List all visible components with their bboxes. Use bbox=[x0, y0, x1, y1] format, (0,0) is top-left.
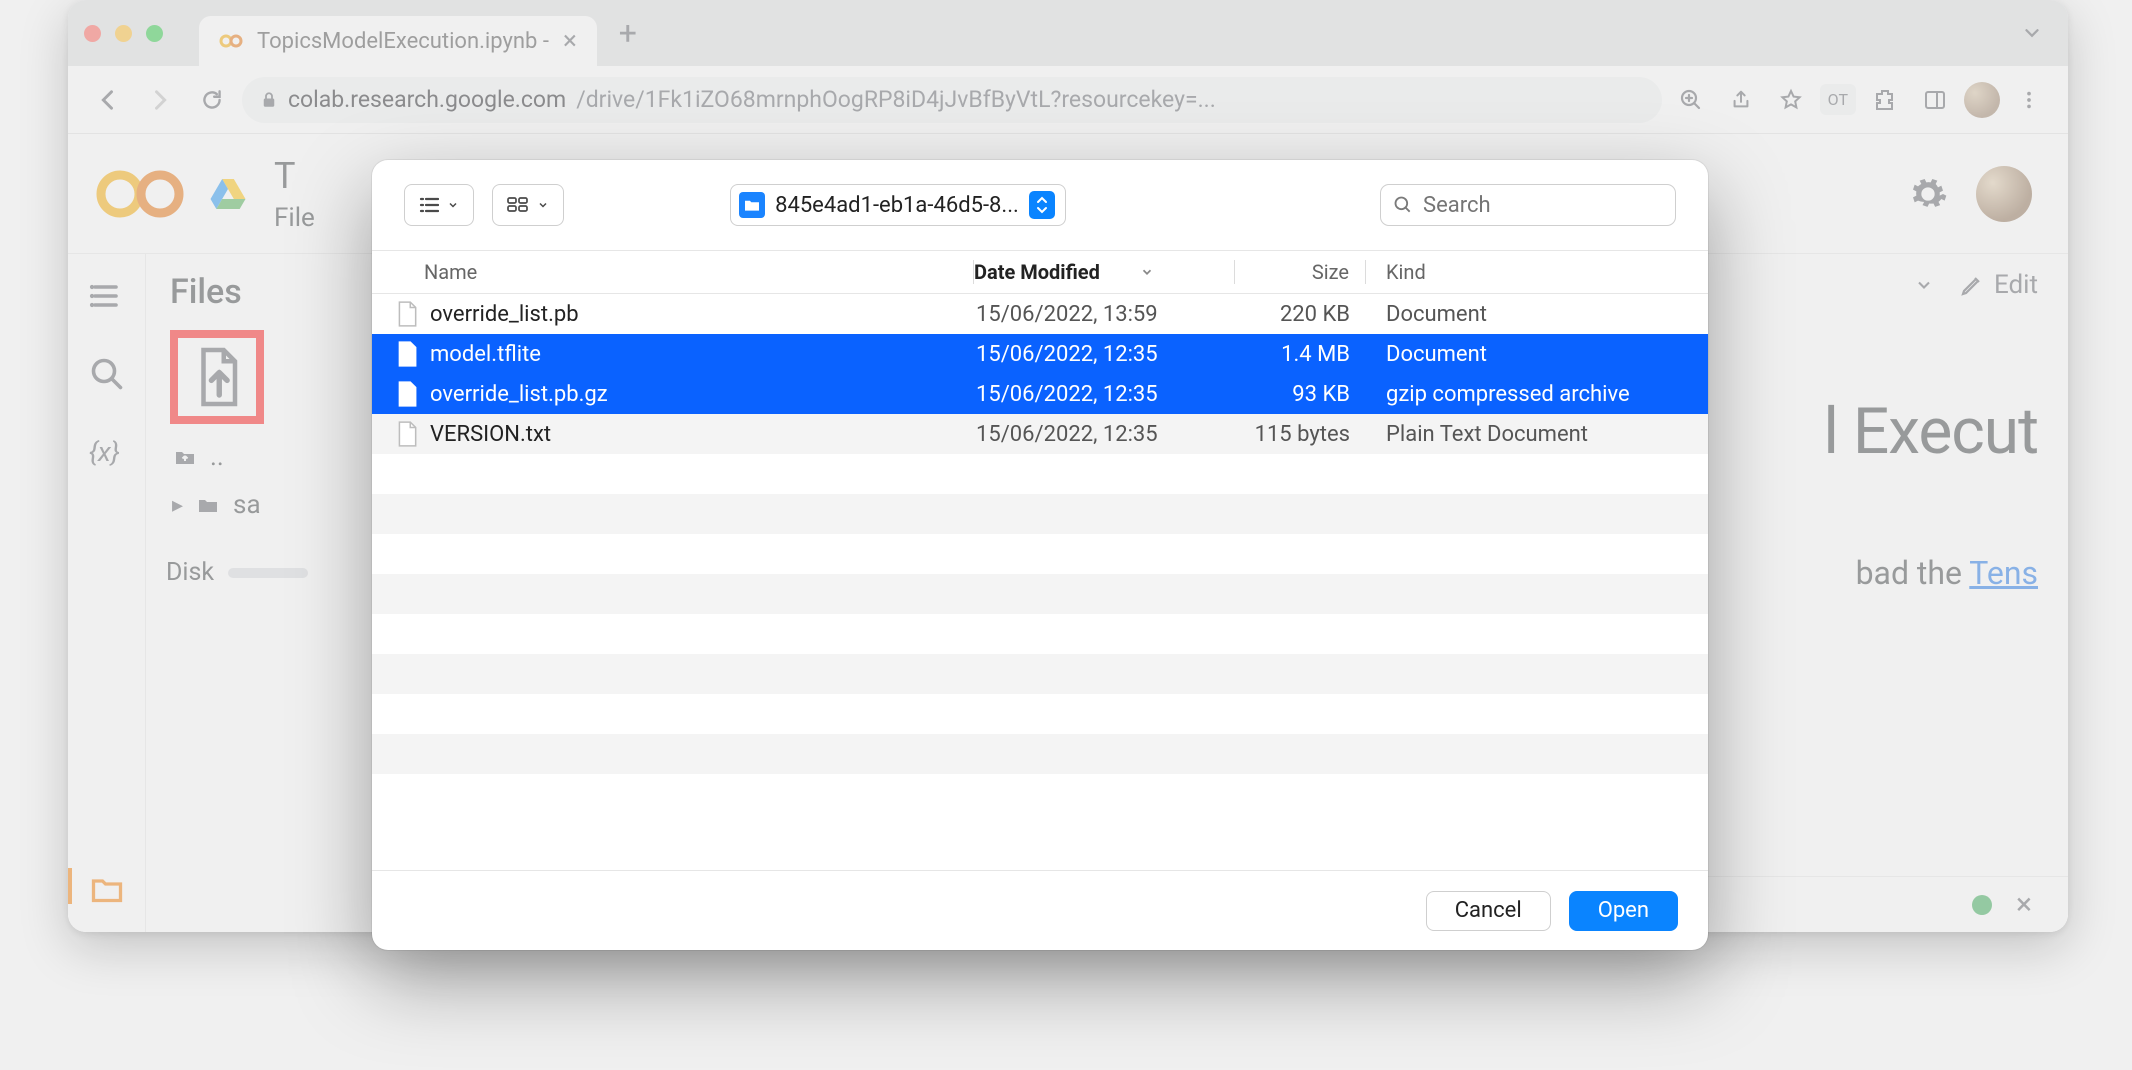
chevron-down-icon bbox=[447, 199, 459, 211]
column-headers: Name Date Modified Size Kind bbox=[372, 250, 1708, 294]
view-list-button[interactable] bbox=[404, 184, 474, 226]
blank-row bbox=[372, 654, 1708, 694]
blank-row bbox=[372, 694, 1708, 734]
search-input[interactable] bbox=[1423, 193, 1663, 218]
col-name[interactable]: Name bbox=[372, 260, 973, 284]
file-kind: Document bbox=[1366, 342, 1708, 367]
blank-row bbox=[372, 494, 1708, 534]
chevron-down-icon bbox=[537, 199, 549, 211]
file-list: override_list.pb 15/06/2022, 13:59220 KBD… bbox=[372, 294, 1708, 870]
file-size: 115 bytes bbox=[1236, 422, 1366, 447]
blank-row bbox=[372, 534, 1708, 574]
file-name: VERSION.txt bbox=[430, 422, 551, 447]
document-icon bbox=[396, 341, 418, 367]
blank-row bbox=[372, 574, 1708, 614]
file-name: override_list.pb.gz bbox=[430, 382, 608, 407]
file-kind: gzip compressed archive bbox=[1366, 382, 1708, 407]
file-row[interactable]: override_list.pb.gz 15/06/2022, 12:3593 K… bbox=[372, 374, 1708, 414]
file-row[interactable]: model.tflite 15/06/2022, 12:351.4 MBDocum… bbox=[372, 334, 1708, 374]
col-size[interactable]: Size bbox=[1235, 260, 1365, 284]
file-size: 1.4 MB bbox=[1236, 342, 1366, 367]
updown-icon bbox=[1029, 191, 1055, 219]
file-kind: Plain Text Document bbox=[1366, 422, 1708, 447]
dialog-toolbar: 845e4ad1-eb1a-46d5-8... bbox=[372, 160, 1708, 250]
document-icon bbox=[396, 421, 418, 447]
folder-name: 845e4ad1-eb1a-46d5-8... bbox=[775, 193, 1019, 218]
file-name: override_list.pb bbox=[430, 302, 579, 327]
blank-row bbox=[372, 454, 1708, 494]
col-kind[interactable]: Kind bbox=[1366, 260, 1708, 284]
file-size: 220 KB bbox=[1236, 302, 1366, 327]
blank-row bbox=[372, 614, 1708, 654]
file-size: 93 KB bbox=[1236, 382, 1366, 407]
dialog-search[interactable] bbox=[1380, 184, 1676, 226]
document-icon bbox=[396, 301, 418, 327]
folder-icon bbox=[739, 192, 765, 218]
file-date: 15/06/2022, 12:35 bbox=[976, 422, 1236, 447]
open-button[interactable]: Open bbox=[1569, 891, 1678, 931]
search-icon bbox=[1393, 195, 1413, 215]
file-row[interactable]: override_list.pb 15/06/2022, 13:59220 KBD… bbox=[372, 294, 1708, 334]
blank-row bbox=[372, 734, 1708, 774]
col-date[interactable]: Date Modified bbox=[974, 260, 1234, 284]
file-date: 15/06/2022, 13:59 bbox=[976, 302, 1236, 327]
sort-indicator-icon bbox=[1140, 265, 1154, 279]
file-name: model.tflite bbox=[430, 342, 541, 367]
folder-popup-button[interactable]: 845e4ad1-eb1a-46d5-8... bbox=[730, 184, 1066, 226]
view-group-button[interactable] bbox=[492, 184, 564, 226]
file-row[interactable]: VERSION.txt 15/06/2022, 12:35115 bytesPla… bbox=[372, 414, 1708, 454]
file-date: 15/06/2022, 12:35 bbox=[976, 342, 1236, 367]
cancel-button[interactable]: Cancel bbox=[1426, 891, 1551, 931]
document-icon bbox=[396, 381, 418, 407]
file-date: 15/06/2022, 12:35 bbox=[976, 382, 1236, 407]
file-kind: Document bbox=[1366, 302, 1708, 327]
dialog-buttons: Cancel Open bbox=[372, 870, 1708, 950]
file-open-dialog: 845e4ad1-eb1a-46d5-8... Name Date Modifi… bbox=[372, 160, 1708, 950]
